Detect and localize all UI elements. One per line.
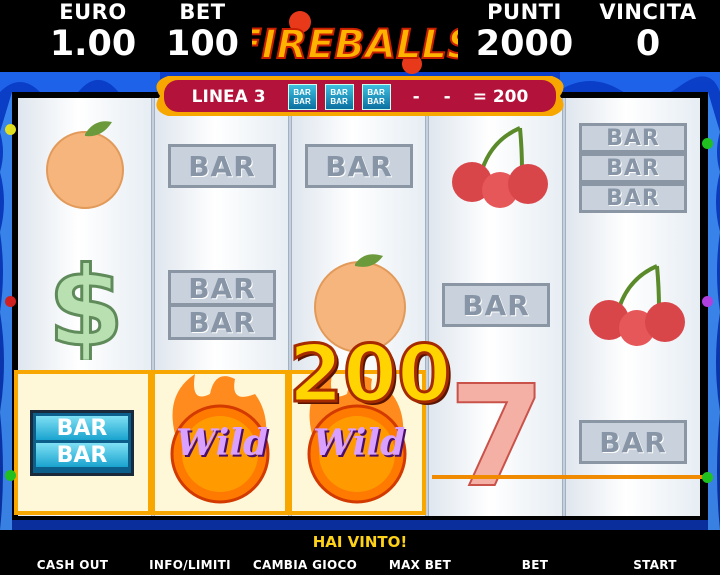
cherries-icon bbox=[452, 126, 548, 208]
line-payout: = 200 bbox=[472, 87, 529, 107]
dollar-icon: $ bbox=[46, 245, 126, 360]
bar-symbol: BAR bbox=[579, 153, 687, 183]
status-message: HAI VINTO! bbox=[312, 533, 408, 551]
bar-label: BAR bbox=[599, 425, 667, 459]
bar-symbol: BAR bbox=[579, 183, 687, 213]
max-bet-button[interactable]: MAX BET bbox=[380, 555, 460, 575]
wild-label: Wild bbox=[312, 422, 406, 464]
points-value: 2000 bbox=[475, 24, 574, 64]
euro-value: 1.00 bbox=[49, 24, 137, 64]
bar-symbol: BAR bbox=[305, 144, 413, 188]
bar-label: BAR bbox=[188, 271, 256, 305]
mini-bar-symbol: BAR BAR bbox=[324, 84, 354, 110]
change-game-button[interactable]: CAMBIA GIOCO bbox=[250, 555, 360, 575]
start-button[interactable]: START bbox=[620, 555, 690, 575]
win-label: VINCITA bbox=[599, 0, 697, 24]
logo-text: FIREBALLS bbox=[252, 22, 458, 68]
points-label: PUNTI bbox=[487, 0, 562, 24]
bar-label: BAR bbox=[36, 416, 128, 441]
win-line bbox=[432, 475, 708, 479]
bar-label: BAR bbox=[325, 149, 393, 183]
bar-symbol: BAR bbox=[442, 283, 550, 327]
fireballs-logo: FIREBALLS bbox=[252, 11, 458, 74]
line-indicator bbox=[702, 138, 713, 149]
wild-label: Wild bbox=[175, 422, 269, 464]
orange-icon bbox=[46, 121, 124, 209]
bar-label: BAR bbox=[462, 288, 530, 322]
win-cell-reel-1: BAR BAR bbox=[14, 370, 152, 515]
line-indicator bbox=[702, 472, 713, 483]
points-stat: PUNTI 2000 bbox=[462, 0, 587, 64]
bar-label: BAR bbox=[188, 305, 256, 339]
cherries-icon bbox=[589, 264, 685, 346]
bar-label: BAR bbox=[606, 155, 660, 181]
mini-bar-symbol: BAR BAR bbox=[361, 84, 391, 110]
empty-slot: - bbox=[443, 87, 451, 107]
bar-symbol: BAR bbox=[579, 123, 687, 153]
line-indicator bbox=[5, 296, 16, 307]
bar-label: BAR bbox=[188, 149, 256, 183]
svg-text:$: $ bbox=[48, 245, 125, 360]
win-line-info: LINEA 3 BAR BAR BAR BAR BAR BAR - - = 200 bbox=[162, 80, 558, 114]
euro-label: EURO bbox=[59, 0, 127, 24]
line-indicator bbox=[5, 470, 16, 481]
reel-divider bbox=[562, 98, 566, 516]
win-amount-display: 200 bbox=[255, 329, 485, 422]
bar-label: BAR bbox=[36, 443, 128, 468]
bet-button[interactable]: BET bbox=[505, 555, 565, 575]
empty-slot: - bbox=[412, 87, 420, 107]
win-amount: 200 bbox=[287, 329, 453, 422]
cash-out-button[interactable]: CASH OUT bbox=[20, 555, 125, 575]
bar-symbol: BAR bbox=[579, 420, 687, 464]
bar-label: BAR bbox=[606, 125, 660, 151]
euro-stat: EURO 1.00 bbox=[38, 0, 148, 64]
line-label: LINEA 3 bbox=[191, 87, 266, 107]
info-limits-button[interactable]: INFO/LIMITI bbox=[140, 555, 240, 575]
bet-label: BET bbox=[179, 0, 226, 24]
bet-stat: BET 100 bbox=[155, 0, 250, 64]
line-indicator bbox=[5, 124, 16, 135]
bar-symbol: BAR bbox=[168, 144, 276, 188]
mini-bar-symbol: BAR BAR bbox=[287, 84, 317, 110]
bar-symbol: BAR bbox=[168, 270, 276, 306]
line-indicator bbox=[702, 296, 713, 307]
win-stat: VINCITA 0 bbox=[588, 0, 708, 64]
win-value: 0 bbox=[635, 24, 661, 64]
bet-value: 100 bbox=[165, 24, 240, 64]
bar-bar-symbol: BAR BAR bbox=[30, 410, 134, 476]
bar-label: BAR bbox=[606, 185, 660, 211]
